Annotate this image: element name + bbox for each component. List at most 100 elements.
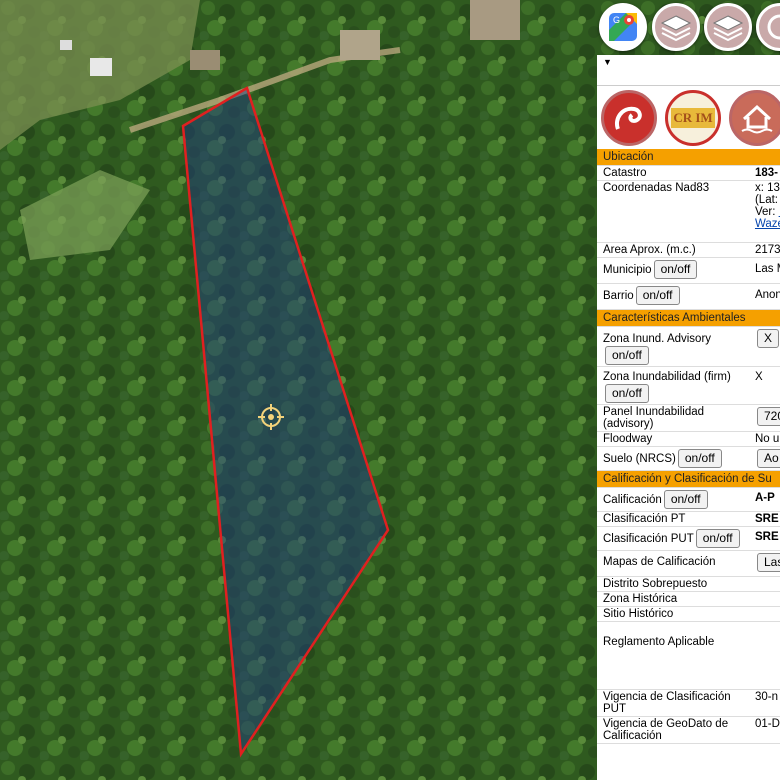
coord-ver-row: Ver: bbox=[755, 206, 780, 218]
floodway-value: No u bbox=[748, 431, 780, 447]
geodato-sublabel: Calificación bbox=[603, 730, 662, 742]
table-row: Catastro 183- bbox=[597, 165, 780, 181]
vigencia-value: 30-n bbox=[748, 689, 780, 717]
section-title: Calificación y Clasificación de Su bbox=[597, 470, 780, 488]
suelo-value-cell: Ao bbox=[748, 446, 780, 471]
building-roof bbox=[190, 50, 220, 70]
barrio-cell: Barrio on/off bbox=[597, 283, 749, 310]
clasif-put-value: SRE bbox=[748, 526, 780, 551]
sitio-historico-label: Sitio Histórico bbox=[597, 606, 749, 622]
table-row: Distrito Sobrepuesto bbox=[597, 576, 780, 592]
suelo-toggle-button[interactable]: on/off bbox=[677, 449, 722, 468]
table-row: Zona Inundabilidad (firm) on/off X bbox=[597, 366, 780, 405]
crim-logo[interactable]: CR IM bbox=[665, 90, 721, 146]
geodato-value: 01-D bbox=[748, 716, 780, 744]
zona-advisory-label: Zona Inund. Advisory bbox=[603, 333, 712, 345]
table-row: Zona Inund. Advisory on/off X bbox=[597, 326, 780, 367]
vigencia-sublabel: PUT bbox=[603, 703, 626, 715]
suelo-cell: Suelo (NRCS) on/off bbox=[597, 446, 749, 471]
section-ubicacion: Ubicación bbox=[597, 149, 780, 166]
layers-icon bbox=[712, 15, 744, 42]
zona-historica-value bbox=[748, 591, 780, 607]
clasif-put-toggle-button[interactable]: on/off bbox=[695, 529, 740, 548]
geodato-label: Vigencia de GeoDato de bbox=[603, 718, 729, 730]
zona-advisory-cell: Zona Inund. Advisory on/off bbox=[597, 326, 749, 367]
municipio-value: Las M bbox=[748, 257, 780, 284]
mapas-value-button[interactable]: Las bbox=[756, 553, 780, 572]
building-roof bbox=[60, 40, 72, 50]
calificacion-label: Calificación bbox=[603, 494, 662, 506]
panel-inund-label: Panel Inundabilidad bbox=[603, 406, 705, 418]
panel-inund-cell: Panel Inundabilidad (advisory) bbox=[597, 404, 749, 432]
svg-text:G: G bbox=[613, 15, 620, 25]
hand-logo[interactable] bbox=[601, 90, 657, 146]
calificacion-value: A-P bbox=[748, 487, 780, 512]
clasif-put-cell: Clasificación PUT on/off bbox=[597, 526, 749, 551]
suelo-label: Suelo (NRCS) bbox=[603, 453, 676, 465]
layers-button[interactable] bbox=[652, 3, 700, 51]
waze-link[interactable]: Waze bbox=[755, 218, 780, 230]
catastro-value: 183- bbox=[748, 165, 780, 181]
section-title: Ubicación bbox=[597, 149, 780, 166]
catastro-label: Catastro bbox=[597, 165, 749, 181]
table-row: Suelo (NRCS) on/off Ao bbox=[597, 446, 780, 471]
table-row: Reglamento Aplicable bbox=[597, 621, 780, 690]
zona-advisory-value-button[interactable]: X bbox=[756, 329, 779, 348]
barrio-value: Anon bbox=[748, 283, 780, 310]
table-row: Sitio Histórico bbox=[597, 606, 780, 622]
table-row: Area Aprox. (m.c.) 2173 bbox=[597, 242, 780, 258]
table-row: Clasificación PUT on/off SRE bbox=[597, 526, 780, 551]
coordenadas-value: x: 13 (Lat: Ver: Waze bbox=[748, 180, 780, 243]
panel-inund-value-button[interactable]: 720 bbox=[756, 407, 780, 426]
house-flood-logo[interactable] bbox=[729, 90, 780, 146]
distrito-value bbox=[748, 576, 780, 592]
table-row: Calificación on/off A-P bbox=[597, 487, 780, 512]
sitio-historico-value bbox=[748, 606, 780, 622]
calificacion-toggle-button[interactable]: on/off bbox=[663, 490, 708, 509]
circle-icon bbox=[767, 14, 780, 40]
suelo-value-button[interactable]: Ao bbox=[756, 449, 780, 468]
parcel-info-panel: ▼ CR IM Ubicación Catastro 183- Coordenad… bbox=[597, 55, 780, 780]
layers-alt-button[interactable] bbox=[704, 3, 752, 51]
coordenadas-label: Coordenadas Nad83 bbox=[597, 180, 749, 243]
municipio-toggle-button[interactable]: on/off bbox=[653, 260, 698, 279]
reglamento-label: Reglamento Aplicable bbox=[597, 621, 749, 690]
reglamento-value bbox=[748, 621, 780, 690]
geodato-cell: Vigencia de GeoDato de Calificación bbox=[597, 716, 749, 744]
section-calificacion: Calificación y Clasificación de Su bbox=[597, 470, 780, 488]
clasif-put-label: Clasificación PUT bbox=[603, 533, 694, 545]
zona-advisory-toggle-button[interactable]: on/off bbox=[605, 346, 649, 365]
section-ambientales: Características Ambientales bbox=[597, 309, 780, 327]
municipio-cell: Municipio on/off bbox=[597, 257, 749, 284]
table-row: Barrio on/off Anon bbox=[597, 283, 780, 310]
zona-firm-label: Zona Inundabilidad (firm) bbox=[603, 371, 731, 383]
layers-icon bbox=[660, 15, 692, 42]
building-roof bbox=[470, 0, 520, 40]
zona-historica-label: Zona Histórica bbox=[597, 591, 749, 607]
table-row: Clasificación PT SRE bbox=[597, 511, 780, 527]
table-row: Coordenadas Nad83 x: 13 (Lat: Ver: Waze bbox=[597, 180, 780, 243]
barrio-toggle-button[interactable]: on/off bbox=[635, 286, 680, 305]
collapse-arrow-icon[interactable]: ▼ bbox=[603, 57, 612, 67]
calificacion-cell: Calificación on/off bbox=[597, 487, 749, 512]
clasif-pt-value: SRE bbox=[748, 511, 780, 527]
area-value: 2173 bbox=[748, 242, 780, 258]
zona-firm-toggle-button[interactable]: on/off bbox=[605, 384, 649, 403]
panel-inund-value-cell: 720 bbox=[748, 404, 780, 432]
table-row: Mapas de Calificación Las bbox=[597, 550, 780, 577]
zona-firm-cell: Zona Inundabilidad (firm) on/off bbox=[597, 366, 749, 405]
barrio-label: Barrio bbox=[603, 290, 634, 302]
mapas-value-cell: Las bbox=[748, 550, 780, 577]
area-label: Area Aprox. (m.c.) bbox=[597, 242, 749, 258]
parcel-details-table: Ubicación Catastro 183- Coordenadas Nad83… bbox=[597, 149, 780, 744]
table-row: Panel Inundabilidad(advisory) 720 bbox=[597, 404, 780, 432]
google-maps-button[interactable]: G bbox=[599, 3, 647, 51]
section-title: Características Ambientales bbox=[597, 309, 780, 327]
crim-logo-text: CR IM bbox=[671, 108, 715, 128]
zona-firm-value: X bbox=[748, 366, 780, 405]
distrito-label: Distrito Sobrepuesto bbox=[597, 576, 749, 592]
floodway-label: Floodway bbox=[597, 431, 749, 447]
table-row: Floodway No u bbox=[597, 431, 780, 447]
coord-x: x: 13 bbox=[754, 182, 780, 194]
table-row: Vigencia de GeoDato de Calificación 01-D bbox=[597, 716, 780, 744]
